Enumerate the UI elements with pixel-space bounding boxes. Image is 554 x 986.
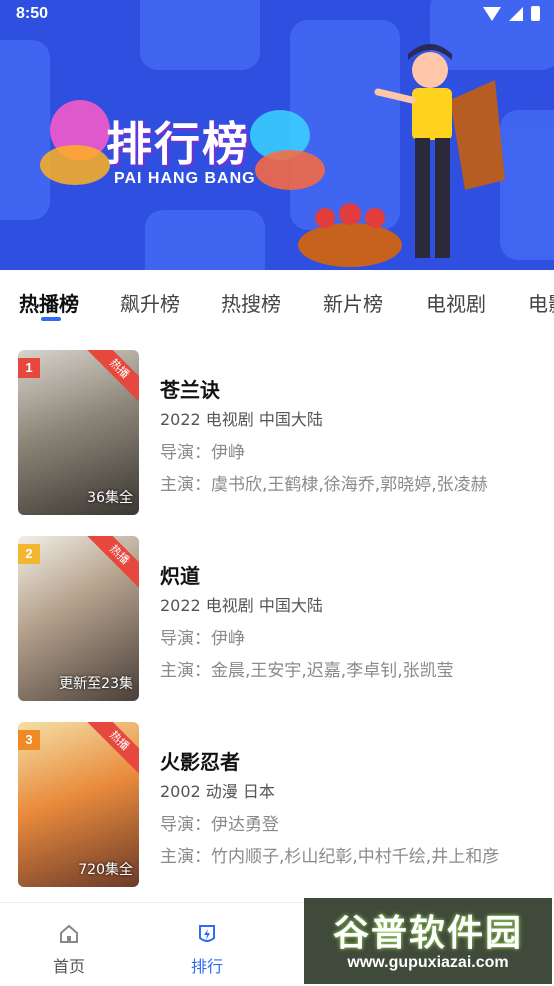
rank-badge: 2 bbox=[18, 544, 40, 564]
episode-count: 更新至23集 bbox=[59, 676, 133, 692]
ranking-item[interactable]: 3 热播 720集全 火影忍者 2002 动漫 日本 导演：伊达勇登 主演：竹内… bbox=[0, 722, 554, 892]
item-cast: 主演：金晨,王安宇,迟嘉,李卓钊,张凯莹 bbox=[160, 661, 454, 681]
item-cast: 主演：竹内顺子,杉山纪彰,中村千绘,井上和彦 bbox=[160, 847, 500, 867]
nav-home[interactable]: 首页 bbox=[39, 923, 99, 977]
banner-decor bbox=[0, 40, 50, 220]
hot-badge: 热播 bbox=[84, 722, 139, 776]
tab-active-indicator bbox=[41, 317, 61, 321]
item-meta: 2002 动漫 日本 bbox=[160, 782, 275, 801]
status-bar: 8:50 bbox=[0, 0, 554, 30]
item-director: 导演：伊达勇登 bbox=[160, 815, 279, 835]
watermark-text: 谷普软件园 bbox=[332, 913, 523, 954]
item-meta: 2022 电视剧 中国大陆 bbox=[160, 596, 323, 615]
banner-decor bbox=[145, 210, 265, 270]
item-director: 导演：伊峥 bbox=[160, 443, 245, 463]
banner-subtitle: PAI HANG BANG bbox=[114, 170, 256, 187]
rank-badge: 3 bbox=[18, 730, 40, 750]
home-icon bbox=[60, 924, 78, 943]
nav-ranking[interactable]: 排行 bbox=[177, 923, 237, 977]
watermark: 谷普软件园 www.gupuxiazai.com bbox=[304, 898, 552, 984]
nav-ranking-label: 排行 bbox=[190, 957, 223, 976]
tab-hot-play[interactable]: 热播榜 bbox=[19, 288, 79, 317]
item-director: 导演：伊峥 bbox=[160, 629, 245, 649]
status-time: 8:50 bbox=[16, 5, 49, 22]
item-cast: 主演：虞书欣,王鹤棣,徐海乔,郭晓婷,张凌赫 bbox=[160, 475, 488, 495]
category-tabs: 热播榜 飙升榜 热搜榜 新片榜 电视剧 电影 bbox=[0, 270, 554, 330]
poster-image[interactable]: 2 热播 更新至23集 bbox=[18, 536, 139, 701]
ranking-item[interactable]: 2 热播 更新至23集 炽道 2022 电视剧 中国大陆 导演：伊峥 主演：金晨… bbox=[0, 536, 554, 706]
tab-movie[interactable]: 电影 bbox=[528, 288, 554, 317]
episode-count: 720集全 bbox=[78, 862, 133, 878]
poster-image[interactable]: 1 热播 36集全 bbox=[18, 350, 139, 515]
tab-new[interactable]: 新片榜 bbox=[323, 288, 383, 317]
item-title[interactable]: 火影忍者 bbox=[160, 746, 240, 775]
item-meta: 2022 电视剧 中国大陆 bbox=[160, 410, 323, 429]
episode-count: 36集全 bbox=[87, 490, 133, 506]
banner-title: 排行榜 bbox=[106, 117, 250, 171]
poster-image[interactable]: 3 热播 720集全 bbox=[18, 722, 139, 887]
watermark-url: www.gupuxiazai.com bbox=[347, 954, 509, 971]
tab-hot-search[interactable]: 热搜榜 bbox=[221, 288, 281, 317]
hot-badge: 热播 bbox=[84, 536, 139, 590]
tab-tv-series[interactable]: 电视剧 bbox=[426, 288, 486, 317]
item-title[interactable]: 炽道 bbox=[160, 560, 200, 589]
wifi-icon bbox=[483, 6, 501, 21]
ranking-banner: 排行榜 PAI HANG BANG 8:50 bbox=[0, 0, 554, 270]
nav-home-label: 首页 bbox=[52, 957, 85, 976]
rank-badge: 1 bbox=[18, 358, 40, 378]
ranking-icon bbox=[199, 925, 215, 942]
ranking-item[interactable]: 1 热播 36集全 苍兰诀 2022 电视剧 中国大陆 导演：伊峥 主演：虞书欣… bbox=[0, 350, 554, 520]
banner-illustration bbox=[298, 44, 505, 267]
tab-rising[interactable]: 飙升榜 bbox=[120, 288, 180, 317]
hot-badge: 热播 bbox=[84, 350, 139, 404]
battery-icon bbox=[531, 6, 540, 21]
item-title[interactable]: 苍兰诀 bbox=[160, 374, 220, 403]
signal-icon bbox=[509, 6, 523, 21]
banner-decor bbox=[40, 145, 110, 185]
